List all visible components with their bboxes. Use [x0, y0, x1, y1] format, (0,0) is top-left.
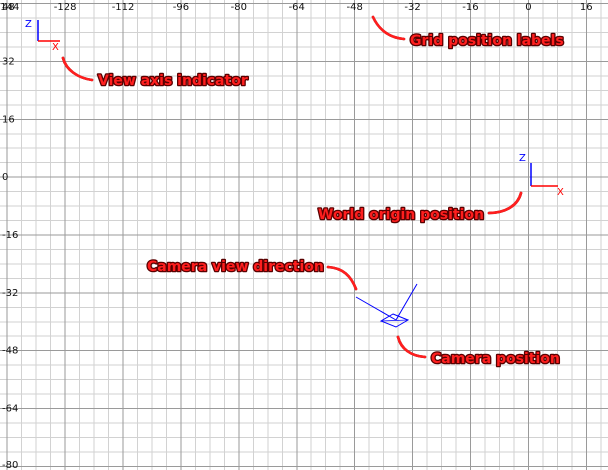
view-axis-indicator: Z X	[25, 19, 60, 53]
z-tick-label: -16	[2, 230, 18, 241]
x-tick-label: -16	[462, 2, 478, 13]
callout-grid-labels: Grid position labels	[410, 33, 564, 49]
z-tick-label: -32	[2, 288, 18, 299]
view-axis-x-label: X	[52, 42, 59, 53]
camera-body-diagonal	[380, 319, 409, 322]
callout-view-axis: View axis indicator	[98, 73, 248, 89]
z-tick-label: -64	[2, 404, 18, 415]
view-axis-z-label: Z	[25, 19, 32, 30]
origin-x-label: X	[557, 187, 564, 198]
x-tick-label: 0	[525, 2, 531, 13]
z-tick-label: 16	[2, 114, 15, 125]
camera-position-pointer-fill	[396, 335, 427, 359]
grid-labels-pointer-fill	[371, 15, 406, 41]
camera-frustum-left	[355, 296, 397, 321]
callout-camera-position: Camera position	[431, 351, 560, 367]
x-tick-label: -128	[54, 2, 77, 13]
viewport-canvas[interactable]: -144-128-112-96-80-64-48-32-160164832160…	[0, 0, 608, 470]
x-tick-label: -32	[404, 2, 420, 13]
origin-z-label: Z	[519, 153, 526, 164]
x-tick-label: -112	[112, 2, 135, 13]
z-tick-label: -80	[2, 460, 18, 470]
z-tick-label: -48	[2, 346, 18, 357]
x-tick-label: 16	[580, 2, 593, 13]
camera-frustum-right	[395, 283, 418, 321]
x-tick-label: -64	[289, 2, 305, 13]
major-grid	[0, 0, 608, 470]
viewport-svg: -144-128-112-96-80-64-48-32-160164832160…	[0, 0, 608, 470]
x-tick-label: -48	[346, 2, 362, 13]
z-tick-label: 32	[2, 56, 15, 67]
world-origin-pointer-fill	[487, 191, 523, 215]
callout-camera-direction: Camera view direction	[147, 259, 324, 275]
callout-world-origin: World origin position	[318, 207, 484, 223]
x-tick-label: -80	[231, 2, 247, 13]
x-tick-label: -96	[173, 2, 189, 13]
camera-gizmo[interactable]	[355, 283, 418, 328]
z-tick-label: 0	[2, 172, 8, 183]
z-tick-label: 48	[2, 2, 15, 13]
